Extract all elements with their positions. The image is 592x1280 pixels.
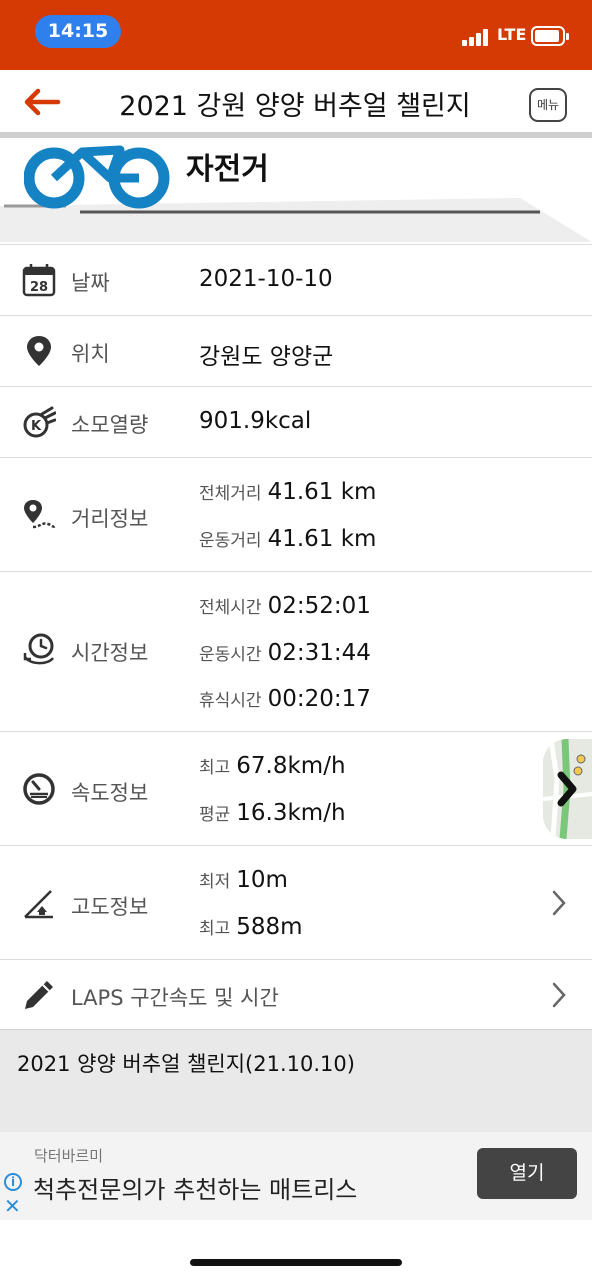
back-arrow-icon <box>24 88 61 116</box>
status-bar: 14:15 LTE <box>0 0 592 70</box>
note-text: 2021 양양 버추얼 챌린지(21.10.10) <box>17 1052 355 1076</box>
signal-icon <box>462 28 492 46</box>
ad-close-icon[interactable]: ✕ <box>4 1196 21 1216</box>
avg-speed-label: 평균 <box>199 805 231 825</box>
chevron-right-icon <box>552 890 566 916</box>
date-label: 날짜 <box>71 271 110 295</box>
chevron-right-icon <box>552 982 566 1008</box>
route-map-thumbnail[interactable] <box>543 739 592 839</box>
calories-row: K 소모열량 901.9kcal <box>0 386 592 457</box>
activity-note: 2021 양양 버추얼 챌린지(21.10.10) <box>0 1029 592 1132</box>
total-distance-value: 41.61 km <box>267 479 377 505</box>
ad-text: 척추전문의가 추천하는 매트리스 <box>33 1176 358 1204</box>
ad-info-icon[interactable]: i <box>4 1173 22 1191</box>
rest-time-value: 00:20:17 <box>267 686 371 712</box>
date-value: 2021-10-10 <box>199 266 333 292</box>
moving-distance-value: 41.61 km <box>267 526 377 552</box>
min-altitude-value: 10m <box>236 867 288 893</box>
calorie-flame-icon: K <box>23 406 56 438</box>
avg-speed: 평균 16.3km/h <box>199 800 346 826</box>
max-altitude: 최고 588m <box>199 914 303 940</box>
calories-label: 소모열량 <box>71 413 149 437</box>
activity-type-label: 자전거 <box>186 152 269 187</box>
avg-speed-value: 16.3km/h <box>236 800 346 826</box>
speed-label: 속도정보 <box>71 781 149 805</box>
network-label: LTE <box>497 25 527 44</box>
distance-row: 거리정보 전체거리 41.61 km 운동거리 41.61 km <box>0 457 592 571</box>
svg-text:28: 28 <box>30 280 48 295</box>
route-distance-icon <box>24 500 56 529</box>
pencil-icon <box>25 981 53 1009</box>
ad-banner[interactable]: 닥터바르미 i 척추전문의가 추천하는 매트리스 ✕ 열기 <box>0 1132 592 1220</box>
time-label: 시간정보 <box>71 641 149 665</box>
total-distance: 전체거리 41.61 km <box>199 479 376 505</box>
bicycle-icon <box>24 145 170 209</box>
total-time: 전체시간 02:52:01 <box>199 593 371 619</box>
page-title: 2021 강원 양양 버추얼 챌린지 <box>119 91 471 122</box>
menu-button[interactable]: 메뉴 <box>529 88 567 122</box>
max-altitude-value: 588m <box>236 914 303 940</box>
max-speed-value: 67.8km/h <box>236 753 346 779</box>
clock-icon <box>23 633 55 665</box>
moving-time: 운동시간 02:31:44 <box>199 640 371 666</box>
total-distance-label: 전체거리 <box>199 484 262 504</box>
home-indicator[interactable] <box>190 1259 402 1266</box>
altitude-row[interactable]: 고도정보 최저 10m 최고 588m <box>0 845 592 959</box>
moving-distance: 운동거리 41.61 km <box>199 526 376 552</box>
total-time-value: 02:52:01 <box>267 593 371 619</box>
calendar-icon: 28 <box>22 264 56 297</box>
battery-icon <box>531 26 569 46</box>
time-row: 시간정보 전체시간 02:52:01 운동시간 02:31:44 휴식시간 00:20… <box>0 571 592 731</box>
max-altitude-label: 최고 <box>199 919 231 939</box>
moving-distance-label: 운동거리 <box>199 531 262 551</box>
activity-banner: 자전거 <box>0 138 592 244</box>
min-altitude: 최저 10m <box>199 867 288 893</box>
laps-label: LAPS 구간속도 및 시간 <box>71 986 279 1010</box>
min-altitude-label: 최저 <box>199 872 231 892</box>
location-value: 강원도 양양군 <box>199 344 334 370</box>
speedometer-icon <box>23 773 55 805</box>
speed-row: 속도정보 최고 67.8km/h 평균 16.3km/h <box>0 731 592 845</box>
distance-label: 거리정보 <box>71 507 149 531</box>
moving-time-label: 운동시간 <box>199 645 262 665</box>
app-header: 2021 강원 양양 버추얼 챌린지 메뉴 <box>0 70 592 133</box>
location-label: 위치 <box>71 342 110 366</box>
total-time-label: 전체시간 <box>199 598 262 618</box>
moving-time-value: 02:31:44 <box>267 640 371 666</box>
max-speed-label: 최고 <box>199 758 231 778</box>
laps-row[interactable]: LAPS 구간속도 및 시간 <box>0 959 592 1029</box>
ad-open-button[interactable]: 열기 <box>477 1148 577 1199</box>
calories-value: 901.9kcal <box>199 408 312 434</box>
date-row: 28 날짜 2021-10-10 <box>0 244 592 315</box>
map-preview-icon <box>543 739 592 839</box>
location-row: 위치 강원도 양양군 <box>0 315 592 386</box>
max-speed: 최고 67.8km/h <box>199 753 346 779</box>
bottom-safe-area <box>0 1220 592 1280</box>
location-pin-icon <box>27 336 51 366</box>
status-time: 14:15 <box>35 15 121 48</box>
altitude-icon <box>24 890 53 919</box>
back-button[interactable] <box>22 84 62 120</box>
svg-text:K: K <box>31 419 42 434</box>
rest-time-label: 휴식시간 <box>199 691 262 711</box>
rest-time: 휴식시간 00:20:17 <box>199 686 371 712</box>
ad-brand: 닥터바르미 <box>34 1147 104 1165</box>
altitude-label: 고도정보 <box>71 895 149 919</box>
